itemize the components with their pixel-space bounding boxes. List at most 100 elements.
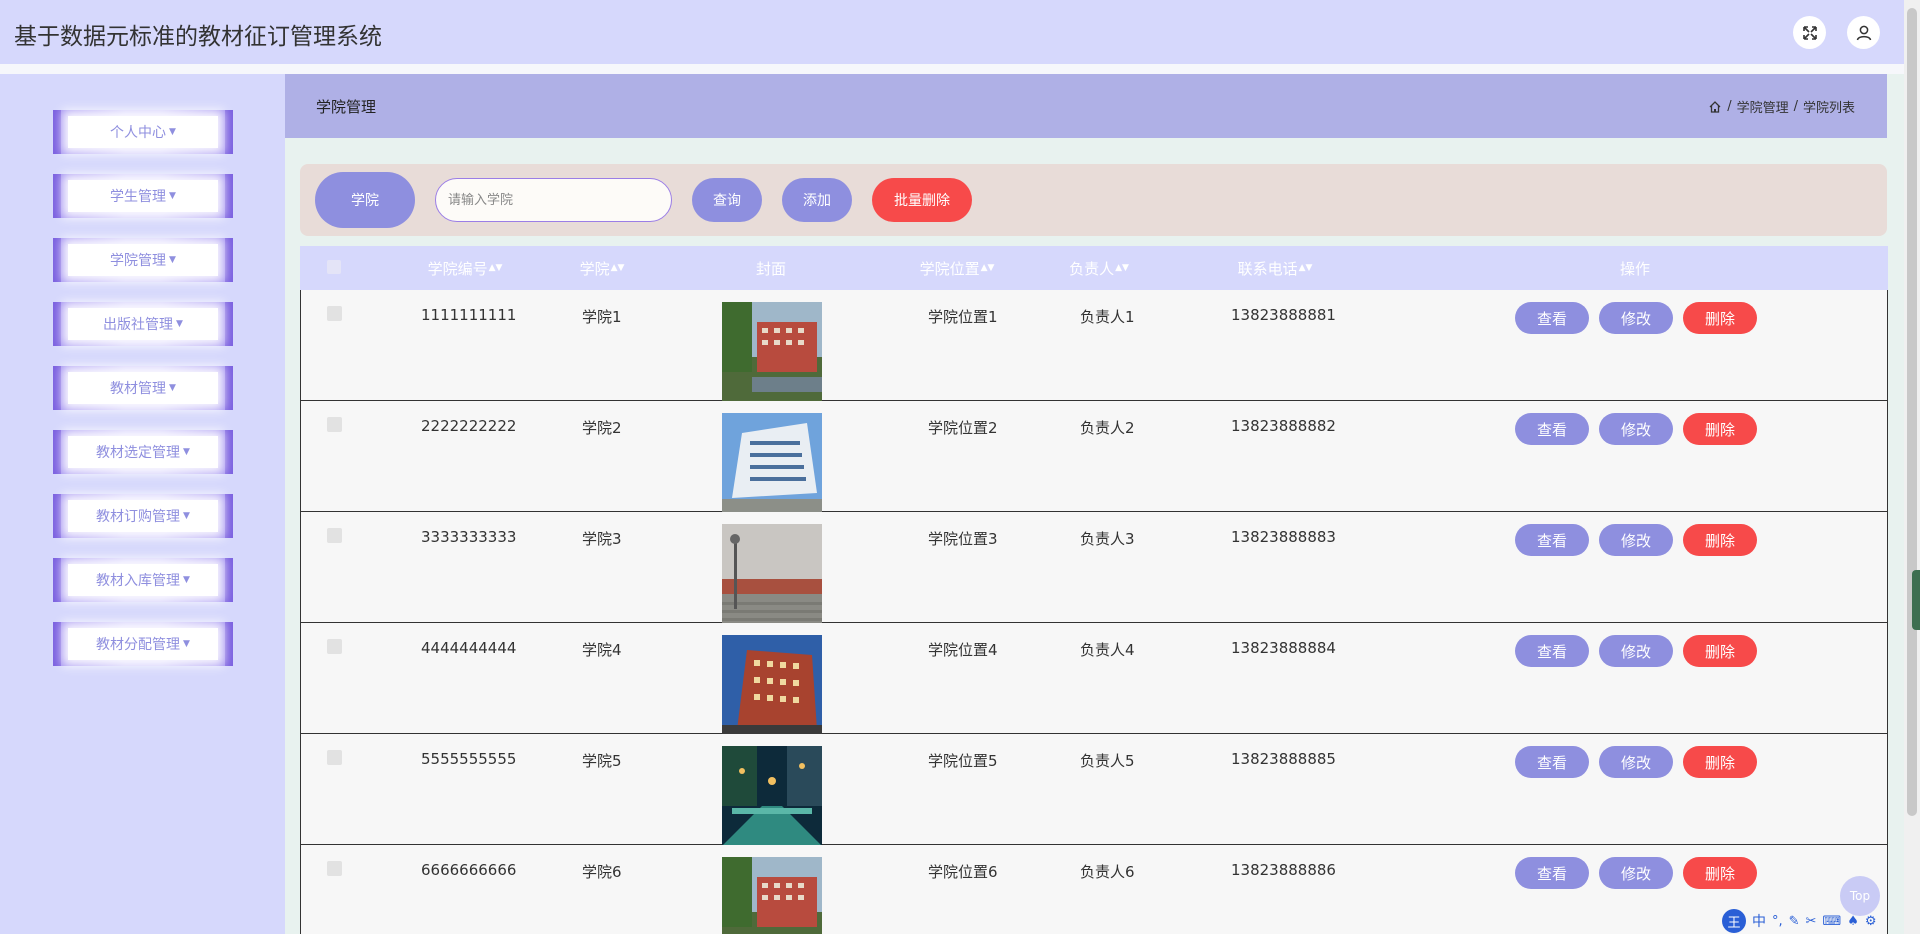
ime-logo[interactable]: 王: [1722, 909, 1746, 933]
sidebar-item-label: 个人中心: [110, 125, 167, 141]
sidebar-item-label: 教材分配管理: [96, 637, 181, 653]
sidebar-item-students[interactable]: 学生管理 ▼: [53, 174, 233, 218]
delete-button[interactable]: 删除: [1683, 635, 1757, 667]
user-icon: [1856, 25, 1871, 40]
edit-button[interactable]: 修改: [1599, 413, 1673, 445]
cell-manager: 负责人4: [1080, 641, 1135, 659]
edit-button[interactable]: 修改: [1599, 857, 1673, 889]
column-header-code[interactable]: 学院编号 ▲▼: [428, 246, 503, 290]
scissors-icon[interactable]: ✂: [1806, 914, 1817, 929]
page-scrollbar[interactable]: [1904, 0, 1920, 934]
row-checkbox[interactable]: [327, 417, 342, 432]
cell-location: 学院位置5: [928, 752, 998, 770]
fullscreen-button[interactable]: [1793, 16, 1826, 49]
pen-icon[interactable]: ✎: [1789, 914, 1800, 929]
skin-icon[interactable]: ♠: [1847, 914, 1859, 929]
query-button[interactable]: 查询: [692, 178, 762, 222]
delete-button[interactable]: 删除: [1683, 524, 1757, 556]
cell-name: 学院1: [582, 308, 622, 326]
sort-icon: ▲▼: [488, 263, 503, 273]
app-header: 基于数据元标准的教材征订管理系统: [0, 0, 1904, 64]
view-button[interactable]: 查看: [1515, 857, 1589, 889]
cell-manager: 负责人5: [1080, 752, 1135, 770]
table-row: 3333333333 学院3 学院位置3 负责人3 13823888883 查看…: [300, 512, 1888, 624]
batch-delete-button[interactable]: 批量删除: [872, 178, 972, 222]
cell-manager: 负责人2: [1080, 419, 1135, 437]
view-button[interactable]: 查看: [1515, 524, 1589, 556]
edit-button[interactable]: 修改: [1599, 524, 1673, 556]
cell-name: 学院3: [582, 530, 622, 548]
sidebar-item-personal-center[interactable]: 个人中心 ▼: [53, 110, 233, 154]
sidebar-item-label: 教材管理: [110, 381, 167, 397]
sidebar-item-textbook-allocation[interactable]: 教材分配管理 ▼: [53, 622, 233, 666]
caret-down-icon: ▼: [169, 255, 176, 265]
cell-code: 5555555555: [421, 750, 517, 768]
caret-down-icon: ▼: [183, 575, 190, 585]
keyboard-icon[interactable]: ⌨: [1822, 914, 1841, 929]
column-header-location[interactable]: 学院位置 ▲▼: [920, 246, 995, 290]
column-header-phone[interactable]: 联系电话 ▲▼: [1238, 246, 1313, 290]
cover-image: [722, 746, 822, 846]
delete-button[interactable]: 删除: [1683, 413, 1757, 445]
row-checkbox[interactable]: [327, 528, 342, 543]
home-icon[interactable]: [1708, 100, 1722, 114]
row-checkbox[interactable]: [327, 306, 342, 321]
ime-mode-toggle[interactable]: 中: [1752, 911, 1766, 931]
cell-phone: 13823888884: [1231, 639, 1336, 657]
table-row: 6666666666 学院6 学院位置6 负责人6 13823888886 查看…: [300, 845, 1888, 934]
sort-icon: ▲▼: [1298, 263, 1313, 273]
caret-down-icon: ▼: [183, 447, 190, 457]
edit-button[interactable]: 修改: [1599, 746, 1673, 778]
side-panel-handle[interactable]: [1912, 570, 1920, 630]
caret-down-icon: ▼: [169, 383, 176, 393]
scrollbar-thumb[interactable]: [1907, 8, 1917, 816]
cell-name: 学院4: [582, 641, 622, 659]
select-all-checkbox[interactable]: [327, 260, 341, 274]
row-checkbox[interactable]: [327, 639, 342, 654]
page-header: 学院管理 / 学院管理 / 学院列表: [285, 74, 1887, 138]
table-header: 学院编号 ▲▼ 学院 ▲▼ 封面 学院位置 ▲▼ 负责人 ▲▼ 联系电话 ▲▼ 操作: [300, 246, 1888, 290]
edit-button[interactable]: 修改: [1599, 635, 1673, 667]
column-header-manager[interactable]: 负责人 ▲▼: [1069, 246, 1129, 290]
punctuation-icon[interactable]: °,: [1772, 914, 1783, 929]
sidebar-item-label: 教材入库管理: [96, 573, 181, 589]
row-checkbox[interactable]: [327, 861, 342, 876]
cell-location: 学院位置3: [928, 530, 998, 548]
caret-down-icon: ▼: [169, 191, 176, 201]
sidebar-item-textbook-ordering[interactable]: 教材订购管理 ▼: [53, 494, 233, 538]
delete-button[interactable]: 删除: [1683, 746, 1757, 778]
caret-down-icon: ▼: [169, 127, 176, 137]
column-header-actions: 操作: [1619, 259, 1651, 278]
user-menu-button[interactable]: [1847, 16, 1880, 49]
delete-button[interactable]: 删除: [1683, 302, 1757, 334]
breadcrumb-item[interactable]: 学院管理: [1737, 97, 1789, 116]
settings-icon[interactable]: ⚙: [1865, 914, 1877, 929]
sidebar-item-textbook-stock-in[interactable]: 教材入库管理 ▼: [53, 558, 233, 602]
view-button[interactable]: 查看: [1515, 746, 1589, 778]
view-button[interactable]: 查看: [1515, 302, 1589, 334]
sidebar-item-label: 学院管理: [110, 253, 167, 269]
cell-code: 3333333333: [421, 528, 517, 546]
sidebar-item-label: 出版社管理: [103, 317, 174, 333]
cell-location: 学院位置2: [928, 419, 998, 437]
sidebar-item-textbooks[interactable]: 教材管理 ▼: [53, 366, 233, 410]
column-header-name[interactable]: 学院 ▲▼: [580, 246, 625, 290]
view-button[interactable]: 查看: [1515, 413, 1589, 445]
sidebar-item-textbook-selection[interactable]: 教材选定管理 ▼: [53, 430, 233, 474]
search-input[interactable]: [435, 178, 672, 222]
sidebar-item-colleges[interactable]: 学院管理 ▼: [53, 238, 233, 282]
sidebar-item-label: 教材选定管理: [96, 445, 181, 461]
cell-phone: 13823888885: [1231, 750, 1336, 768]
cell-phone: 13823888886: [1231, 861, 1336, 879]
cell-name: 学院5: [582, 752, 622, 770]
cell-name: 学院2: [582, 419, 622, 437]
cell-manager: 负责人6: [1080, 863, 1135, 881]
row-checkbox[interactable]: [327, 750, 342, 765]
sidebar-item-publishers[interactable]: 出版社管理 ▼: [53, 302, 233, 346]
delete-button[interactable]: 删除: [1683, 857, 1757, 889]
add-button[interactable]: 添加: [782, 178, 852, 222]
caret-down-icon: ▼: [183, 511, 190, 521]
view-button[interactable]: 查看: [1515, 635, 1589, 667]
ime-toolbar: 王 中 °, ✎ ✂ ⌨ ♠ ⚙: [1722, 908, 1877, 934]
edit-button[interactable]: 修改: [1599, 302, 1673, 334]
